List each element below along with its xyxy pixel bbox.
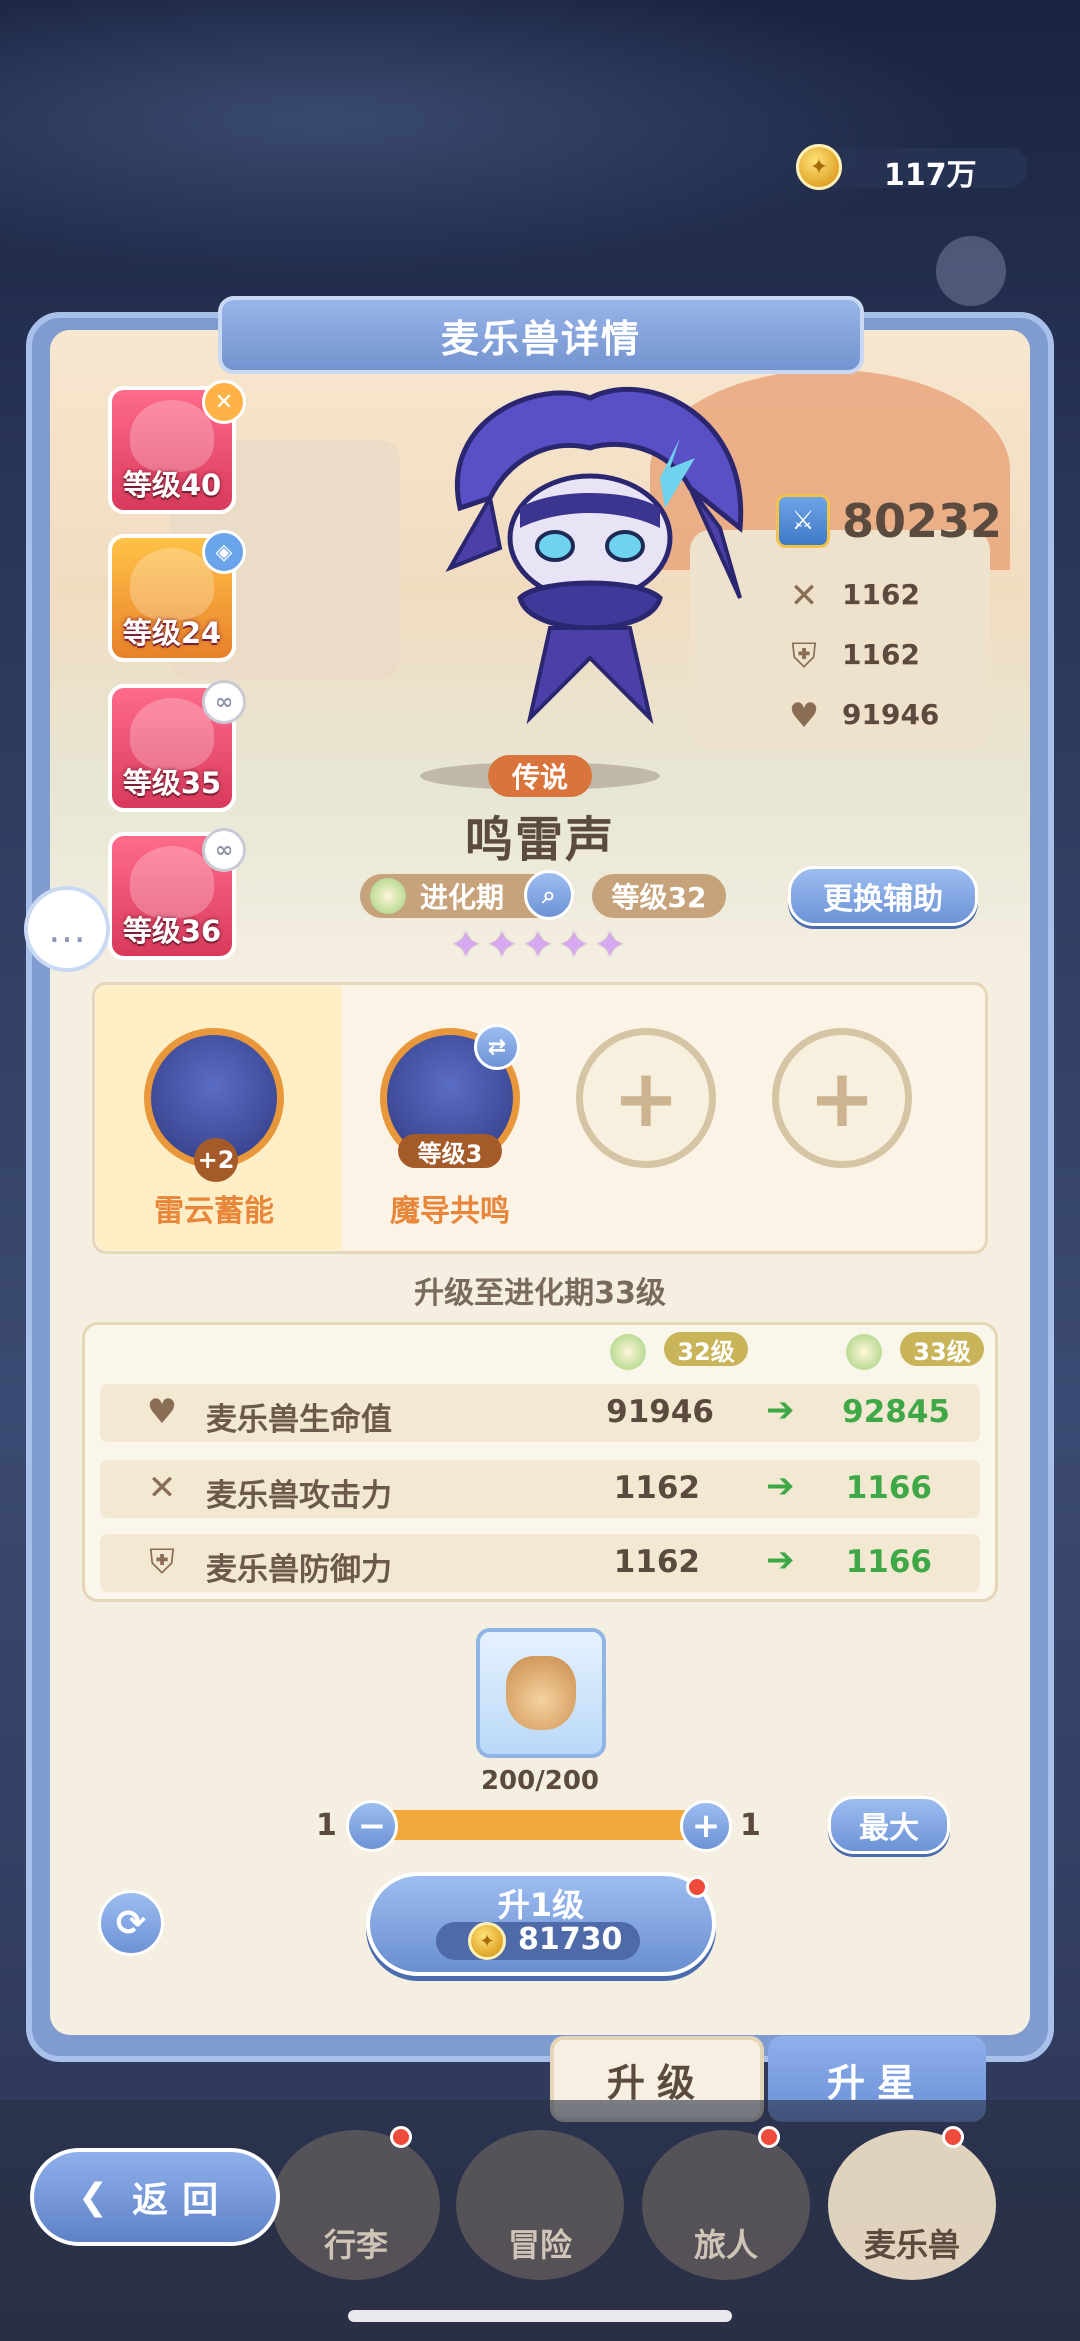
plus-icon: + (808, 1051, 876, 1145)
upgrade-button-label: 升1级 (497, 1886, 585, 1924)
rarity-badge: 传说 (488, 755, 592, 797)
upgrade-title: 升级至进化期33级 (414, 1276, 666, 1311)
row-to-value: 92845 (842, 1394, 950, 1430)
star-rating: ✦ ✦ ✦ ✦ ✦ (448, 928, 628, 964)
stage-flower-icon (846, 1334, 882, 1370)
defense-icon: ⛨ (149, 1542, 175, 1582)
skill-bonus-badge: +2 (194, 1138, 238, 1182)
skill-slot-empty-4[interactable]: + (772, 1028, 912, 1168)
power-icon: ⚔ (776, 494, 830, 548)
skill-slot-empty-3[interactable]: + (576, 1028, 716, 1168)
plus-button[interactable]: + (680, 1800, 732, 1852)
back-arrow-icon: ❮ (77, 2176, 123, 2218)
attack-role-icon: ✕ (202, 380, 246, 424)
attack-value: 1162 (842, 578, 920, 611)
max-button[interactable]: 最大 (828, 1796, 950, 1854)
current-level-tag: 32级 (664, 1332, 748, 1366)
coin-icon: ✦ (468, 1922, 506, 1960)
attack-icon: ✕ (789, 576, 819, 616)
team-card-level: 等级36 (122, 914, 222, 948)
skill-level-badge: 等级3 (398, 1134, 502, 1168)
row-label: 麦乐兽生命值 (206, 1402, 392, 1438)
nav-item-luggage[interactable]: 行李 (272, 2130, 440, 2280)
heart-icon: ♥ (788, 696, 820, 736)
notification-dot (686, 1876, 708, 1898)
level-pill: 等级32 (592, 874, 726, 918)
food-bag-item[interactable] (476, 1628, 606, 1758)
shield-role-icon: ◈ (202, 530, 246, 574)
swap-helper-button[interactable]: 更换辅助 (788, 866, 978, 926)
minus-button[interactable]: − (346, 1800, 398, 1852)
link-role-icon: ∞ (202, 828, 246, 872)
beast-model (445, 387, 744, 725)
defense-value: 1162 (842, 638, 920, 671)
nav-item-travelers[interactable]: 旅人 (642, 2130, 810, 2280)
notification-dot (942, 2126, 964, 2148)
back-button[interactable]: ❮ 返回 (30, 2148, 280, 2246)
row-from-value: 1162 (613, 1544, 700, 1580)
star-icon: ✦ (558, 925, 590, 966)
back-label: 返回 (132, 2180, 233, 2221)
star-icon: ✦ (450, 925, 482, 966)
refresh-icon[interactable]: ⟳ (98, 1890, 164, 1956)
team-card-level: 等级40 (122, 468, 222, 502)
nav-item-beasts[interactable]: 麦乐兽 (828, 2130, 996, 2280)
paw-bag-icon (506, 1656, 576, 1730)
upgrade-cost: 81730 (518, 1922, 623, 1957)
beast-name: 鸣雷声 (464, 812, 615, 868)
defense-icon: ⛨ (791, 636, 817, 676)
hp-value: 91946 (842, 698, 940, 731)
stage-flower-icon (610, 1334, 646, 1370)
stage-info-icon[interactable]: ⌕ (524, 870, 574, 920)
team-card-level: 等级35 (122, 766, 222, 800)
stage-flower-icon (370, 878, 406, 914)
stage-label: 进化期 (420, 881, 505, 914)
row-from-value: 91946 (606, 1394, 714, 1430)
row-from-value: 1162 (613, 1470, 700, 1506)
nav-item-adventure[interactable]: 冒险 (456, 2130, 624, 2280)
quantity-slider[interactable] (370, 1810, 712, 1840)
team-card-level: 等级24 (122, 616, 222, 650)
skill-name-1: 雷云蓄能 (154, 1194, 274, 1229)
notification-dot (390, 2126, 412, 2148)
star-icon: ✦ (486, 925, 518, 966)
item-count: 200/200 (480, 1766, 600, 1796)
row-to-value: 1166 (845, 1544, 932, 1580)
row-to-value: 1166 (845, 1470, 932, 1506)
star-icon: ✦ (522, 925, 554, 966)
qty-min: 1 (316, 1808, 337, 1843)
attack-icon: ✕ (147, 1468, 177, 1508)
heart-icon: ♥ (146, 1392, 178, 1432)
next-level-tag: 33级 (900, 1332, 984, 1366)
power-value: 80232 (842, 494, 1003, 548)
row-label: 麦乐兽防御力 (206, 1552, 392, 1588)
coin-icon: ✦ (796, 144, 842, 190)
star-icon: ✦ (594, 925, 626, 966)
row-label: 麦乐兽攻击力 (206, 1478, 392, 1514)
notification-dot (758, 2126, 780, 2148)
skill-name-2: 魔导共鸣 (390, 1194, 510, 1229)
book-icon[interactable] (936, 236, 1006, 306)
home-indicator (348, 2310, 732, 2322)
link-role-icon: ∞ (202, 680, 246, 724)
qty-current: 1 (740, 1808, 761, 1843)
swap-icon[interactable]: ⇄ (474, 1024, 520, 1070)
currency-amount: 117万 (884, 158, 977, 193)
plus-icon: + (612, 1051, 680, 1145)
chat-icon[interactable]: … (24, 886, 110, 972)
